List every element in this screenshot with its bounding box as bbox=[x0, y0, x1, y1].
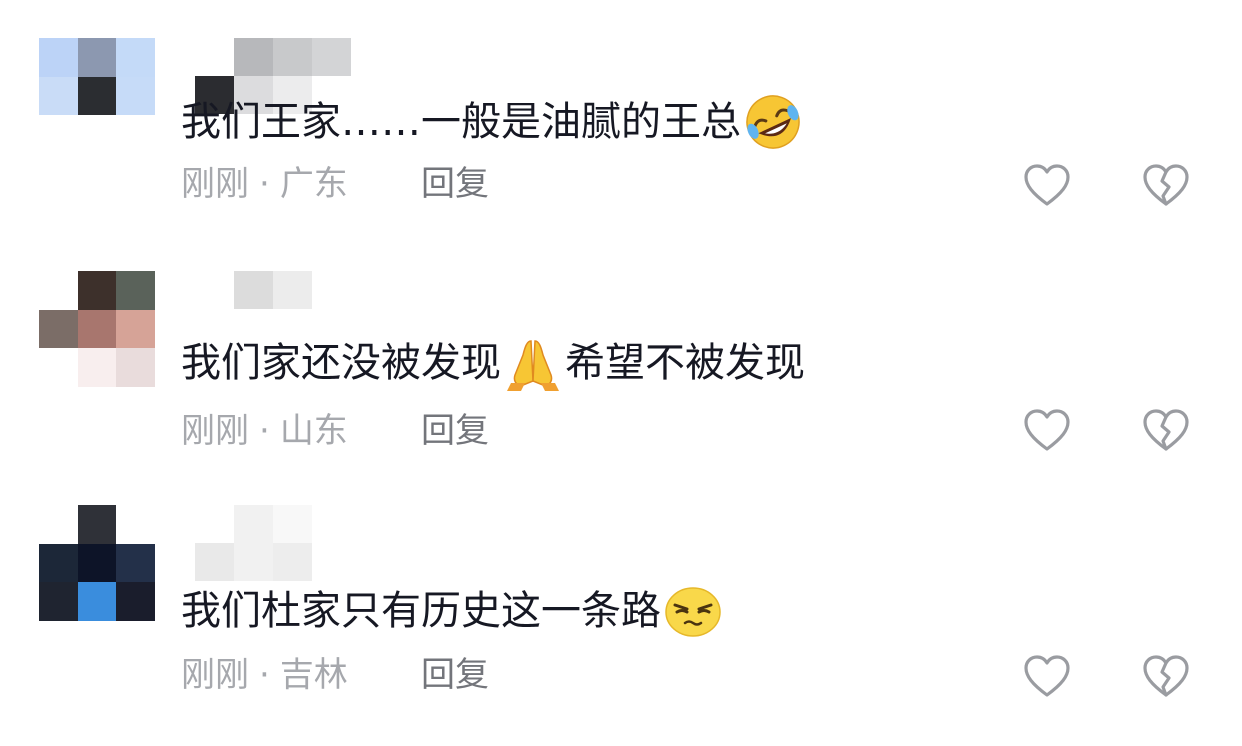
username-pixel bbox=[312, 505, 351, 543]
comment-location: 广东 bbox=[279, 164, 348, 204]
meta-separator: · bbox=[259, 411, 270, 451]
comment-text-part: 我们王家……一般是油腻的王总 bbox=[181, 99, 741, 145]
rolling-on-floor-laughing-emoji bbox=[746, 95, 800, 149]
comment-time: 刚刚 bbox=[181, 655, 249, 695]
username-pixel bbox=[273, 505, 312, 543]
comment-item: 我们家还没被发现 希望不被发现 刚刚 · 山东 回复 bbox=[0, 271, 1242, 511]
username-pixel bbox=[312, 543, 351, 581]
avatar-pixel bbox=[116, 505, 155, 544]
comment-text-part: 我们杜家只有历史这一条路 bbox=[181, 588, 661, 634]
avatar-pixel bbox=[77, 309, 117, 349]
avatar-pixel bbox=[39, 38, 78, 77]
avatar-pixel bbox=[77, 38, 117, 77]
reply-button[interactable]: 回复 bbox=[421, 651, 489, 699]
avatar-pixel bbox=[39, 309, 78, 349]
username-pixel bbox=[195, 271, 234, 309]
comment-item: 我们杜家只有历史这一条路 刚刚 · 吉林 回复 bbox=[0, 505, 1242, 745]
folded-hands-emoji bbox=[507, 340, 559, 391]
avatar-pixel bbox=[116, 543, 155, 583]
comment-text-part: 希望不被发现 bbox=[565, 340, 805, 386]
comment-list: 我们王家……一般是油腻的王总 刚刚 · 广东 回复 我们家还没被发现 希望不被发… bbox=[0, 0, 1242, 746]
dislike-button[interactable] bbox=[1141, 653, 1191, 699]
avatar-pixel bbox=[116, 38, 155, 77]
comment-meta: 刚刚 · 吉林 bbox=[181, 651, 348, 699]
avatar[interactable] bbox=[39, 505, 155, 621]
avatar-pixel bbox=[77, 543, 117, 583]
avatar-pixel bbox=[116, 271, 155, 310]
avatar-pixel bbox=[116, 348, 155, 387]
avatar-pixel bbox=[39, 505, 78, 544]
username-pixel bbox=[234, 505, 273, 543]
heart-outline-icon bbox=[1024, 655, 1070, 697]
comment-meta: 刚刚 · 山东 bbox=[181, 407, 348, 455]
avatar-pixel bbox=[39, 115, 78, 154]
comment-text: 我们杜家只有历史这一条路 bbox=[181, 581, 725, 641]
comment-time: 刚刚 bbox=[181, 164, 249, 204]
username-pixel-row bbox=[195, 38, 395, 76]
avatar-pixel bbox=[77, 115, 117, 154]
avatar-pixel bbox=[39, 582, 78, 621]
username-pixel bbox=[195, 38, 234, 76]
avatar[interactable] bbox=[39, 38, 155, 154]
username-pixelated[interactable] bbox=[195, 505, 395, 581]
username-pixel-row bbox=[195, 543, 395, 581]
avatar-pixel bbox=[77, 348, 117, 387]
username-pixel bbox=[234, 38, 273, 76]
dislike-button[interactable] bbox=[1141, 162, 1191, 208]
avatar-pixel bbox=[77, 582, 117, 621]
meta-separator: · bbox=[259, 655, 270, 695]
avatar-pixel bbox=[39, 76, 78, 116]
avatar-pixel bbox=[77, 76, 117, 116]
username-pixel bbox=[195, 505, 234, 543]
username-pixel bbox=[273, 543, 312, 581]
avatar-pixel bbox=[77, 271, 117, 310]
comment-text: 我们王家……一般是油腻的王总 bbox=[181, 92, 805, 152]
comment-time: 刚刚 bbox=[181, 411, 249, 451]
username-pixel bbox=[234, 543, 273, 581]
username-pixel bbox=[234, 271, 273, 309]
avatar-pixel bbox=[77, 505, 117, 544]
username-pixel-row bbox=[195, 271, 395, 309]
avatar-pixel bbox=[116, 309, 155, 349]
avatar[interactable] bbox=[39, 271, 155, 387]
broken-heart-icon bbox=[1143, 655, 1189, 697]
heart-outline-icon bbox=[1024, 409, 1070, 451]
comment-location: 吉林 bbox=[279, 655, 348, 695]
username-pixel bbox=[195, 543, 234, 581]
like-button[interactable] bbox=[1022, 162, 1072, 208]
username-pixel bbox=[312, 38, 351, 76]
comment-item: 我们王家……一般是油腻的王总 刚刚 · 广东 回复 bbox=[0, 38, 1242, 278]
comment-text: 我们家还没被发现 希望不被发现 bbox=[181, 333, 805, 393]
avatar-pixel bbox=[116, 115, 155, 154]
dislike-button[interactable] bbox=[1141, 407, 1191, 453]
broken-heart-icon bbox=[1143, 164, 1189, 206]
username-pixel bbox=[312, 271, 351, 309]
avatar-pixel bbox=[39, 348, 78, 387]
heart-outline-icon bbox=[1024, 164, 1070, 206]
avatar-pixel bbox=[116, 582, 155, 621]
username-pixel bbox=[273, 271, 312, 309]
reply-button[interactable]: 回复 bbox=[421, 160, 489, 208]
like-button[interactable] bbox=[1022, 407, 1072, 453]
meta-separator: · bbox=[259, 164, 270, 204]
avatar-pixel bbox=[39, 271, 78, 310]
comment-meta: 刚刚 · 广东 bbox=[181, 160, 348, 208]
avatar-pixel bbox=[39, 543, 78, 583]
username-pixel bbox=[273, 38, 312, 76]
comment-text-part: 我们家还没被发现 bbox=[181, 340, 501, 386]
reply-button[interactable]: 回复 bbox=[421, 407, 489, 455]
like-button[interactable] bbox=[1022, 653, 1072, 699]
broken-heart-icon bbox=[1143, 409, 1189, 451]
unamused-face-emoji bbox=[665, 587, 721, 637]
comment-location: 山东 bbox=[279, 411, 348, 451]
username-pixel-row bbox=[195, 505, 395, 543]
avatar-pixel bbox=[116, 76, 155, 116]
